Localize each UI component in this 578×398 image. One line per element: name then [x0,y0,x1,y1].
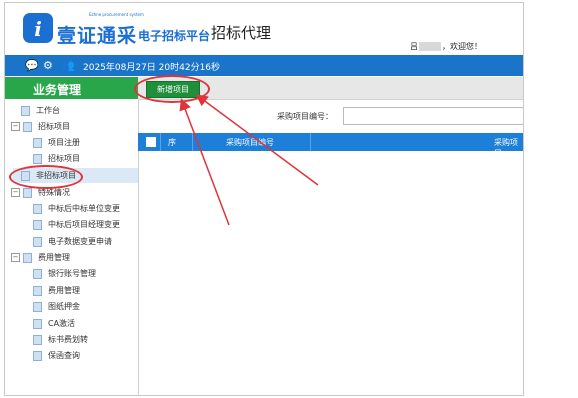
annotation-arrows [179,94,319,226]
arrow-line [179,98,230,226]
arrow-line [195,94,319,186]
